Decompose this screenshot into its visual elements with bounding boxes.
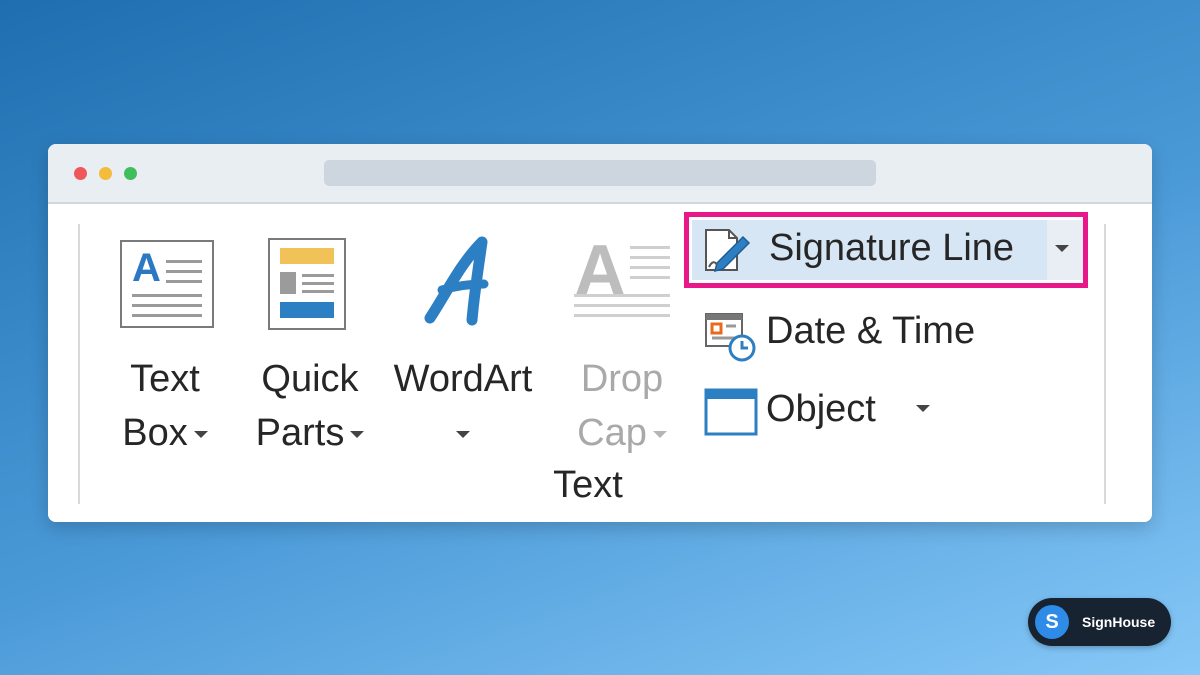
maximize-window-button[interactable] — [124, 167, 137, 180]
chevron-down-icon — [1055, 245, 1069, 252]
ribbon-text-group: A Text Box Quick Parts WordArt A Drop Ca… — [48, 204, 1152, 522]
object-icon — [704, 388, 758, 436]
date-time-icon — [704, 310, 756, 362]
text-box-label-line1: Text — [130, 358, 200, 400]
drop-cap-label-line1: Drop — [580, 358, 664, 400]
quick-parts-label-line1: Quick — [261, 358, 359, 400]
date-time-label: Date & Time — [766, 310, 976, 352]
signature-line-button[interactable]: Signature Line — [684, 212, 1088, 288]
chevron-down-icon — [652, 431, 667, 439]
minimize-window-button[interactable] — [99, 167, 112, 180]
object-label: Object — [766, 388, 876, 430]
signature-line-dropdown[interactable] — [1047, 220, 1083, 280]
chevron-down-icon[interactable] — [916, 405, 930, 412]
signhouse-logo-icon: S — [1035, 605, 1069, 639]
text-box-label-line2: Box — [110, 406, 220, 460]
address-bar[interactable] — [324, 160, 876, 186]
wordart-dropdown — [386, 406, 540, 460]
wordart-button[interactable]: WordArt — [386, 234, 540, 494]
group-divider-left — [78, 224, 80, 504]
signhouse-badge: S SignHouse — [1028, 598, 1171, 646]
signature-line-icon — [703, 227, 751, 273]
chevron-down-icon — [350, 431, 365, 439]
signature-line-label: Signature Line — [769, 227, 1015, 269]
quick-parts-icon — [268, 238, 346, 330]
drop-cap-icon: A — [574, 231, 674, 330]
chevron-down-icon — [456, 431, 470, 439]
title-bar — [48, 144, 1152, 204]
drop-cap-button[interactable]: A Drop Cap — [566, 231, 678, 494]
wordart-label: WordArt — [393, 358, 533, 400]
quick-parts-button[interactable]: Quick Parts — [246, 234, 374, 494]
text-box-button[interactable]: A Text Box — [110, 234, 220, 494]
wordart-icon — [416, 234, 506, 330]
group-label: Text — [553, 464, 623, 506]
signhouse-name: SignHouse — [1082, 614, 1156, 630]
group-divider-right — [1104, 224, 1106, 504]
app-window: A Text Box Quick Parts WordArt A Drop Ca… — [48, 144, 1152, 522]
close-window-button[interactable] — [74, 167, 87, 180]
quick-parts-label-line2: Parts — [246, 406, 374, 460]
chevron-down-icon — [193, 431, 208, 439]
object-button[interactable]: Object — [694, 378, 994, 442]
drop-cap-label-line2: Cap — [566, 406, 678, 460]
text-box-icon: A — [120, 240, 214, 328]
date-time-button[interactable]: Date & Time — [694, 300, 1034, 364]
